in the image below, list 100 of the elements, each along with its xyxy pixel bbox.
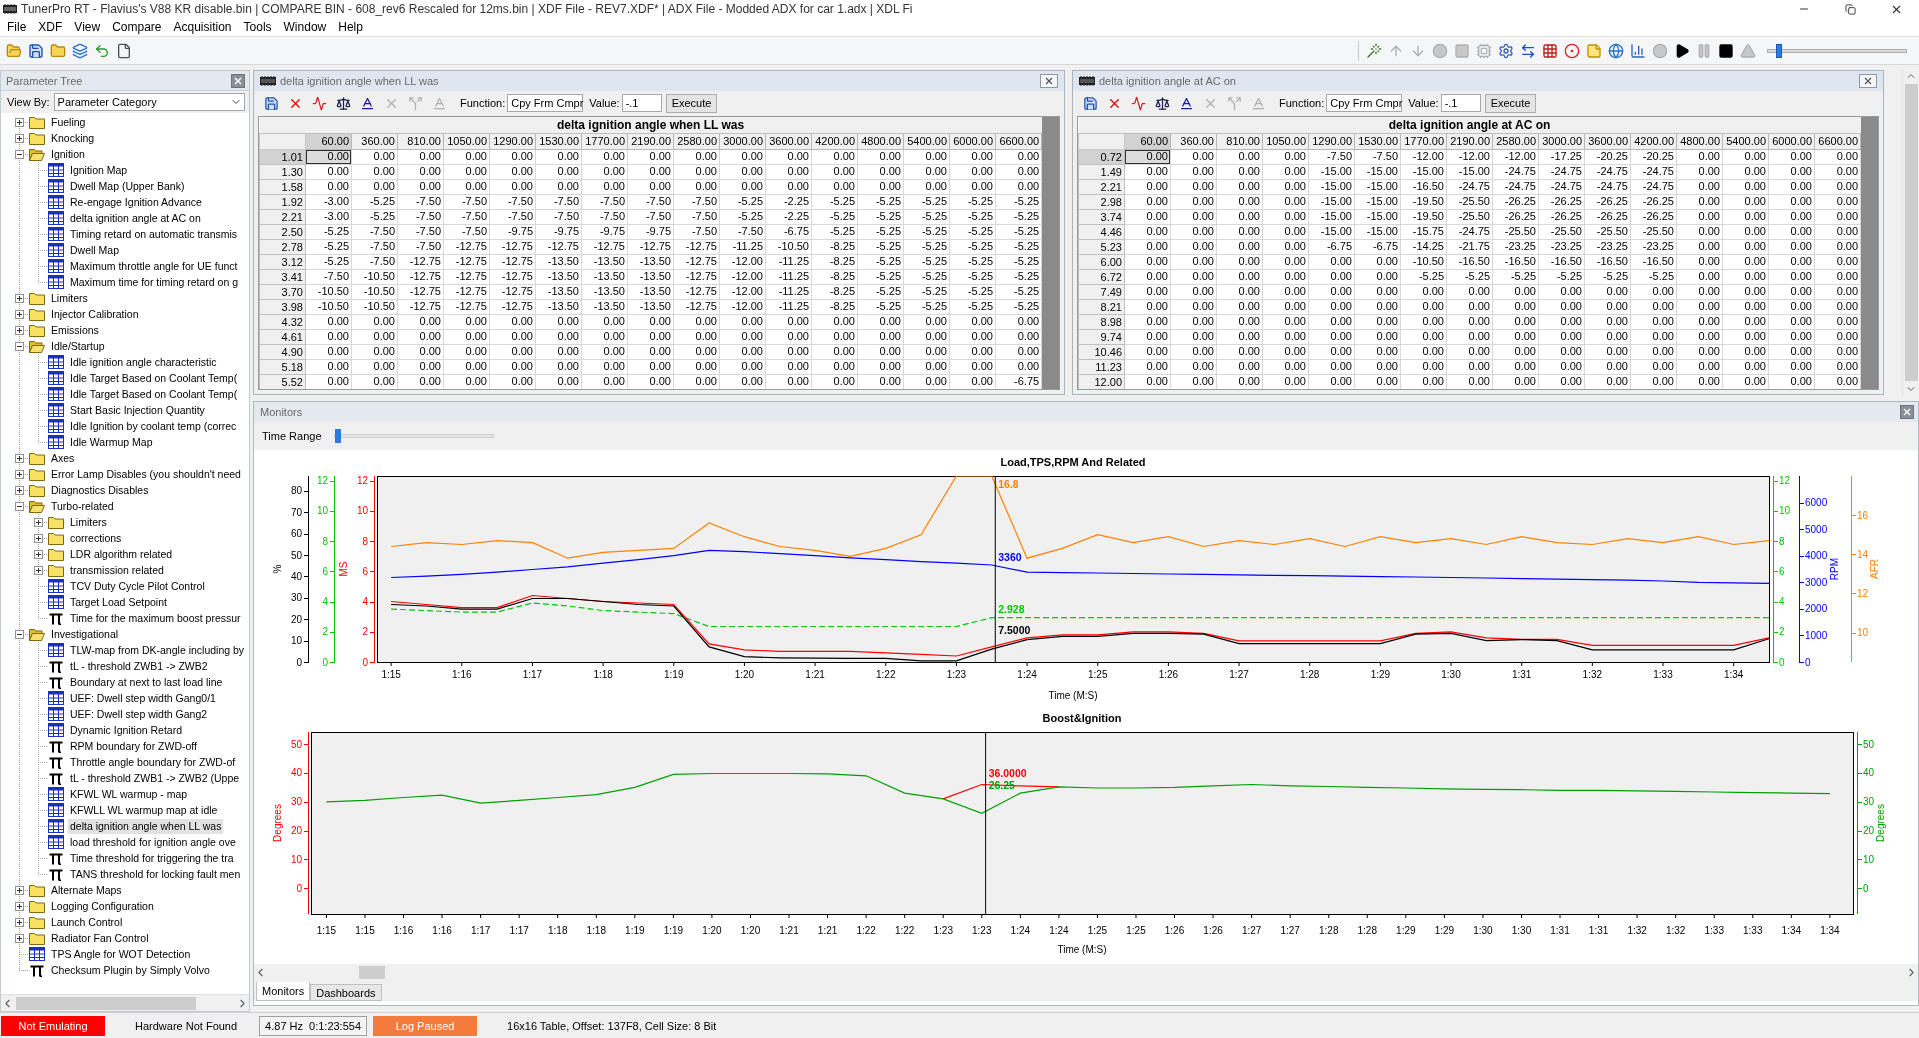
play-icon[interactable]: [1674, 42, 1690, 59]
tree-item[interactable]: Dynamic Ignition Retard: [68, 722, 185, 738]
tree-item[interactable]: Target Load Setpoint: [68, 594, 169, 610]
text-style-icon[interactable]: [359, 95, 375, 111]
value-input[interactable]: -.1: [1440, 94, 1481, 112]
tree-item[interactable]: Maximum time for timing retard on g: [68, 274, 241, 290]
graph-icon[interactable]: [1130, 95, 1146, 111]
tree-item[interactable]: Diagnostics Disables: [49, 482, 151, 498]
tree-item[interactable]: Idle/Startup: [49, 338, 107, 354]
tree-item[interactable]: Ignition Map: [68, 162, 130, 178]
tree-item[interactable]: Idle ignition angle characteristic: [68, 354, 219, 370]
tree-item[interactable]: RPM boundary for ZWD-off: [68, 738, 199, 754]
tree-item[interactable]: Idle Target Based on Coolant Temp(: [68, 370, 240, 386]
save-icon[interactable]: [28, 42, 44, 59]
tree-item[interactable]: TANS threshold for locking fault men: [68, 866, 243, 882]
tree-item[interactable]: Dwell Map (Upper Bank): [68, 178, 187, 194]
tree-item[interactable]: Emissions: [49, 322, 101, 338]
close-icon[interactable]: [1859, 74, 1877, 88]
tree-item[interactable]: load threshold for ignition angle ove: [68, 834, 238, 850]
plus-icon[interactable]: [15, 933, 24, 943]
tree-item[interactable]: Turbo-related: [49, 498, 116, 514]
plus-icon[interactable]: [34, 565, 43, 575]
tab[interactable]: Monitors: [256, 982, 311, 1001]
settings-icon[interactable]: [1498, 42, 1514, 59]
function-select[interactable]: Cpy Frm Cmpr: [507, 94, 584, 112]
tree-item[interactable]: Time for the maximum boost pressur: [68, 610, 243, 626]
tree-item[interactable]: Re-engage Ignition Advance: [68, 194, 204, 210]
plus-icon[interactable]: [34, 517, 43, 527]
menu-item[interactable]: File: [1, 20, 33, 34]
tree-item[interactable]: Limiters: [68, 514, 109, 530]
tree-item[interactable]: Idle Target Based on Coolant Temp(: [68, 386, 240, 402]
tree-item[interactable]: tL - threshold ZWB1 -> ZWB2 (Uppe: [68, 770, 242, 786]
menu-item[interactable]: Compare: [106, 20, 168, 34]
tree-item[interactable]: Knocking: [49, 130, 97, 146]
tree-item[interactable]: KFWLL WL warmup map at idle: [68, 802, 220, 818]
tree-item[interactable]: Axes: [49, 450, 77, 466]
value-input[interactable]: -.1: [621, 94, 662, 112]
tree-item[interactable]: Throttle angle boundary for ZWD-of: [68, 754, 238, 770]
plus-icon[interactable]: [34, 533, 43, 543]
tree-item[interactable]: Fueling: [49, 114, 88, 130]
tree-item[interactable]: Limiters: [49, 290, 90, 306]
tree-item[interactable]: Time threshold for triggering the tra: [68, 850, 236, 866]
tree-item[interactable]: TLW-map from DK-angle including by: [68, 642, 247, 658]
tree-item[interactable]: Alternate Maps: [49, 882, 124, 898]
tree-item[interactable]: TPS Angle for WOT Detection: [49, 946, 193, 962]
tab[interactable]: Dashboards: [310, 984, 382, 1001]
tree-item[interactable]: Ignition: [49, 146, 87, 162]
plus-icon[interactable]: [15, 133, 24, 143]
menu-item[interactable]: Acquisition: [167, 20, 238, 34]
note-icon[interactable]: [1586, 42, 1602, 59]
minus-icon[interactable]: [15, 629, 24, 639]
tree-item[interactable]: Timing retard on automatic transmis: [68, 226, 240, 242]
horizontal-scrollbar[interactable]: [1, 994, 249, 1011]
execute-button[interactable]: Execute: [665, 93, 718, 113]
tree-item[interactable]: delta ignition angle when LL was: [68, 818, 224, 834]
tree-item[interactable]: Idle Ignition by coolant temp (correc: [68, 418, 239, 434]
tree-item[interactable]: Dwell Map: [68, 242, 121, 258]
plus-icon[interactable]: [15, 309, 24, 319]
tree-item[interactable]: Logging Configuration: [49, 898, 156, 914]
folder-icon[interactable]: [50, 42, 66, 59]
close-icon[interactable]: [1040, 74, 1058, 88]
execute-button[interactable]: Execute: [1484, 93, 1537, 113]
plus-icon[interactable]: [15, 917, 24, 927]
tree-item[interactable]: Error Lamp Disables (you shouldn't need: [49, 466, 243, 482]
tree-item[interactable]: delta ignition angle at AC on: [68, 210, 203, 226]
view-by-select[interactable]: Parameter Category: [53, 93, 245, 111]
menu-item[interactable]: Window: [277, 20, 333, 34]
globe-icon[interactable]: [1608, 42, 1624, 59]
menu-item[interactable]: XDF: [32, 20, 69, 34]
tree-item[interactable]: TCV Duty Cycle Pilot Control: [68, 578, 207, 594]
graph-icon[interactable]: [311, 95, 327, 111]
document-icon[interactable]: [116, 42, 132, 59]
tree-item[interactable]: UEF: Dwell step width Gang2: [68, 706, 210, 722]
tree-item[interactable]: Launch Control: [49, 914, 125, 930]
plus-icon[interactable]: [15, 485, 24, 495]
plus-icon[interactable]: [15, 325, 24, 335]
record-icon[interactable]: [1564, 42, 1580, 59]
menu-item[interactable]: View: [68, 20, 107, 34]
horizontal-scrollbar[interactable]: [254, 964, 1918, 981]
tree-item[interactable]: UEF: Dwell step width Gang0/1: [68, 690, 218, 706]
minus-icon[interactable]: [15, 149, 24, 159]
plus-icon[interactable]: [15, 469, 24, 479]
layers-icon[interactable]: [72, 42, 88, 59]
plus-icon[interactable]: [15, 453, 24, 463]
scale-icon[interactable]: [335, 95, 351, 111]
restore-icon[interactable]: [1844, 3, 1856, 15]
tree-item[interactable]: LDR algorithm related: [68, 546, 175, 562]
tree-item[interactable]: corrections: [68, 530, 124, 546]
bar-chart-icon[interactable]: [1630, 42, 1646, 59]
tree-item[interactable]: Radiator Fan Control: [49, 930, 151, 946]
scale-icon[interactable]: [1154, 95, 1170, 111]
plus-icon[interactable]: [15, 901, 24, 911]
minus-icon[interactable]: [15, 341, 24, 351]
plus-icon[interactable]: [34, 549, 43, 559]
menu-item[interactable]: Tools: [237, 20, 278, 34]
tree-item[interactable]: Investigational: [49, 626, 121, 642]
tree-item[interactable]: Idle Warmup Map: [68, 434, 155, 450]
tree-item[interactable]: KFWL WL warmup - map: [68, 786, 190, 802]
curved-arrow-icon[interactable]: [94, 42, 110, 59]
swap-arrows-icon[interactable]: [1520, 42, 1536, 59]
